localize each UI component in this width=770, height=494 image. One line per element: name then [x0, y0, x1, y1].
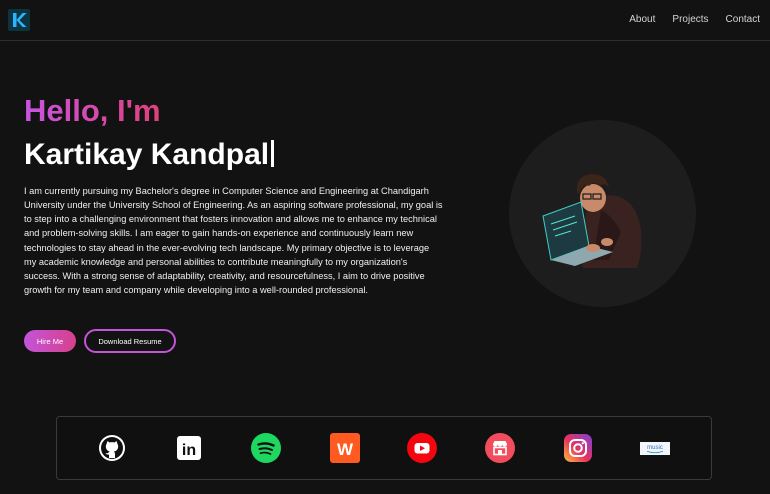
wattpad-icon[interactable]: W	[330, 433, 360, 463]
logo-icon[interactable]	[8, 9, 30, 31]
typing-cursor	[271, 140, 275, 167]
profile-avatar	[509, 120, 696, 307]
nav-contact-link[interactable]: Contact	[726, 14, 760, 25]
nav-about-link[interactable]: About	[629, 14, 655, 25]
name-heading: Kartikay Kandpal	[24, 138, 275, 172]
nav-menu: About Projects Contact	[629, 14, 760, 25]
spotify-icon[interactable]	[251, 433, 281, 463]
hire-me-button[interactable]: Hire Me	[24, 330, 76, 352]
linkedin-icon[interactable]: in	[174, 433, 204, 463]
svg-text:in: in	[182, 442, 196, 459]
youtube-icon[interactable]	[407, 433, 437, 463]
name-text: Kartikay Kandpal	[24, 138, 270, 171]
github-icon[interactable]	[97, 433, 127, 463]
svg-text:music: music	[647, 445, 663, 451]
coder-illustration	[542, 174, 642, 268]
nav-projects-link[interactable]: Projects	[672, 14, 708, 25]
svg-text:W: W	[337, 440, 354, 459]
greeting-heading: Hello, I'm	[24, 93, 161, 128]
social-links-bar: in W music	[56, 416, 712, 480]
bio-paragraph: I am currently pursuing my Bachelor's de…	[24, 186, 443, 296]
download-resume-button[interactable]: Download Resume	[84, 329, 176, 353]
instagram-icon[interactable]	[563, 433, 593, 463]
amazon-music-icon[interactable]: music	[640, 433, 670, 463]
store-icon[interactable]	[485, 433, 515, 463]
top-navbar: About Projects Contact	[0, 0, 770, 41]
